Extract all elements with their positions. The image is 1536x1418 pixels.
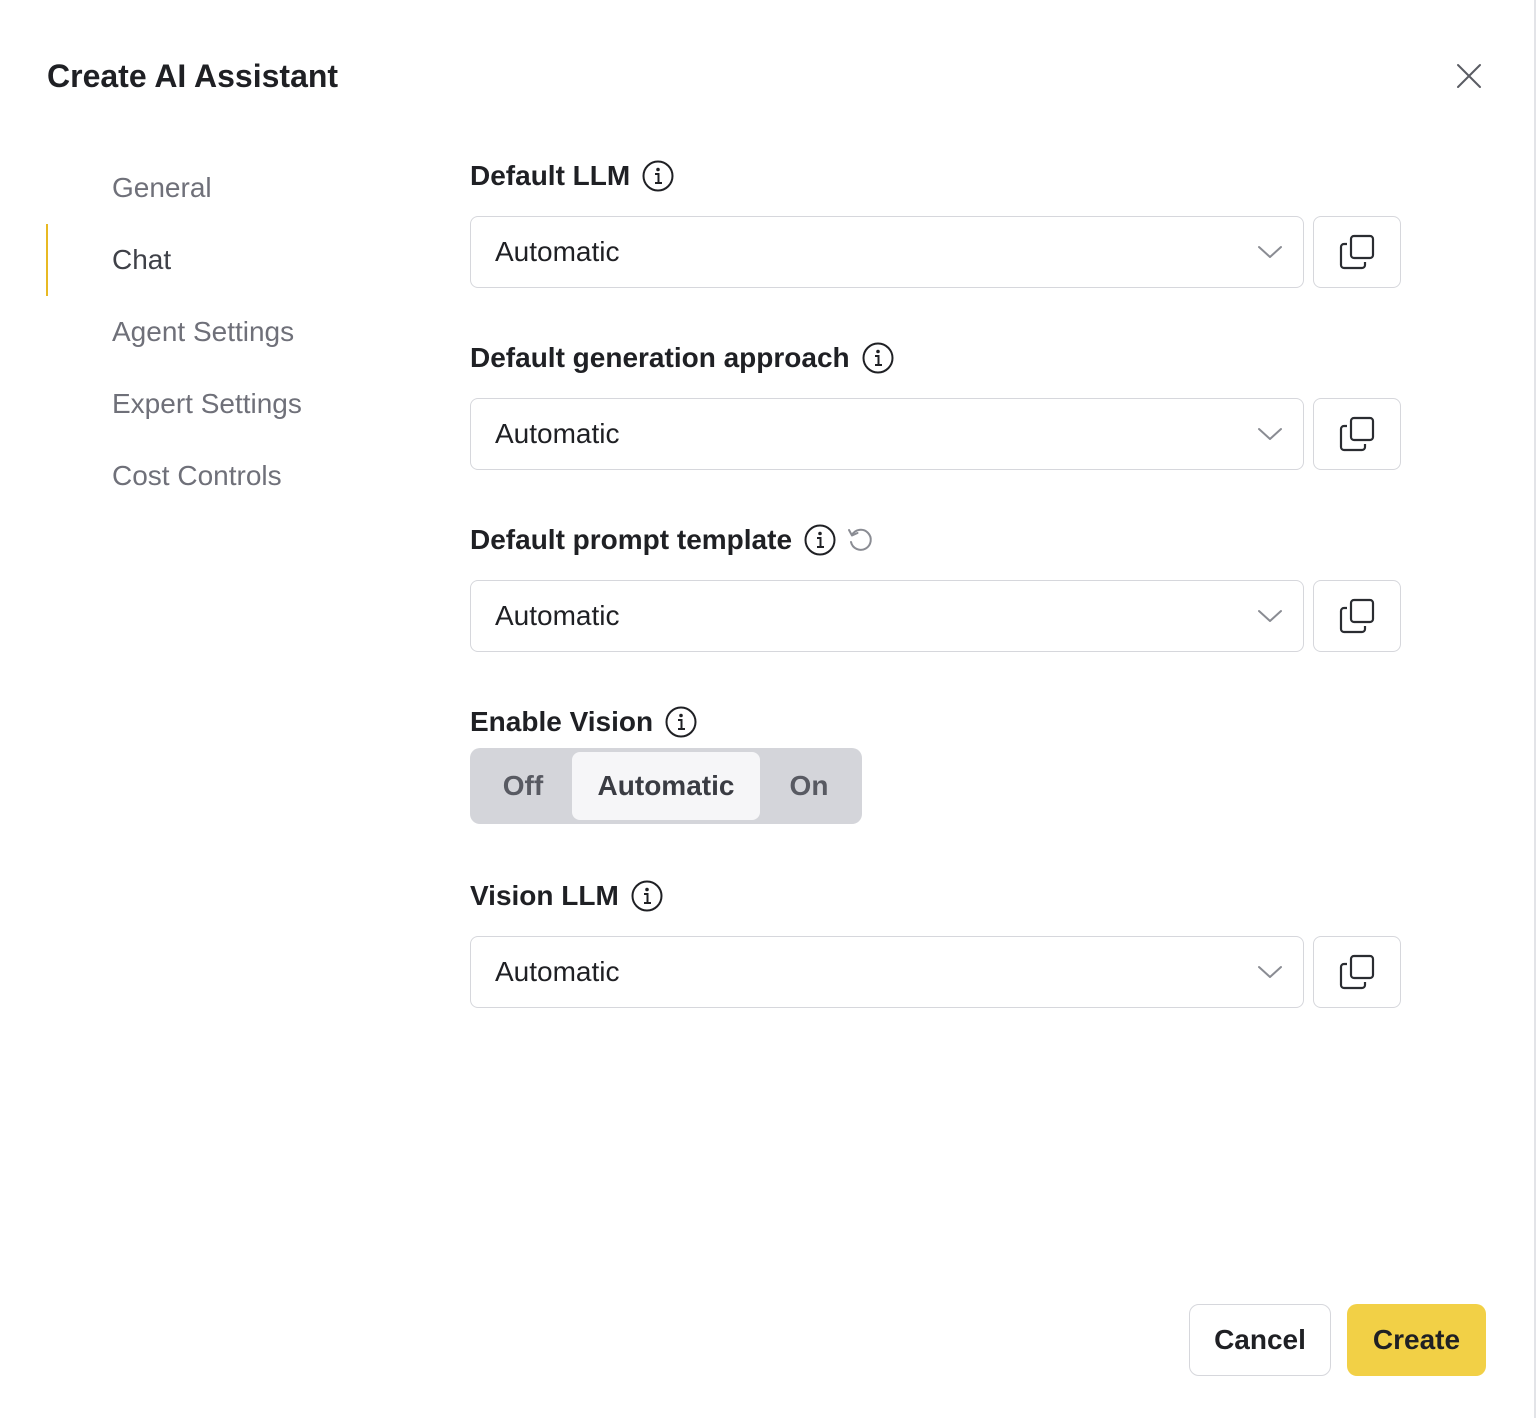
select-value: Automatic	[495, 600, 620, 631]
prompt-template-label: Default prompt template	[470, 514, 1410, 566]
chat-settings-form: Default LLM Automatic Default generation…	[470, 150, 1410, 1052]
default-llm-select[interactable]: Automatic	[470, 216, 1304, 288]
copy-default-llm-button[interactable]	[1313, 216, 1401, 288]
info-icon[interactable]	[862, 342, 894, 374]
chevron-down-icon	[1258, 610, 1282, 622]
reset-icon[interactable]	[846, 526, 874, 554]
generation-approach-group: Default generation approach Automatic	[470, 332, 1410, 470]
dialog-title: Create AI Assistant	[47, 58, 339, 94]
sidebar-item-label: Expert Settings	[112, 388, 302, 419]
vision-llm-label: Vision LLM	[470, 870, 1410, 922]
enable-vision-group: Enable Vision Off Automatic On	[470, 696, 1410, 824]
enable-vision-toggle: Off Automatic On	[470, 748, 862, 824]
sidebar-item-expert-settings[interactable]: Expert Settings	[46, 368, 406, 440]
prompt-template-select[interactable]: Automatic	[470, 580, 1304, 652]
select-value: Automatic	[495, 236, 620, 267]
generation-approach-label: Default generation approach	[470, 332, 1410, 384]
chevron-down-icon	[1258, 966, 1282, 978]
info-icon[interactable]	[804, 524, 836, 556]
sidebar-item-label: Cost Controls	[112, 460, 282, 491]
sidebar-item-general[interactable]: General	[46, 152, 406, 224]
vision-option-off[interactable]: Off	[474, 752, 572, 820]
enable-vision-label: Enable Vision	[470, 696, 1410, 748]
vision-option-automatic[interactable]: Automatic	[572, 752, 760, 820]
copy-vision-llm-button[interactable]	[1313, 936, 1401, 1008]
select-value: Automatic	[495, 418, 620, 449]
vision-llm-select[interactable]: Automatic	[470, 936, 1304, 1008]
copy-icon	[1339, 598, 1375, 634]
copy-prompt-template-button[interactable]	[1313, 580, 1401, 652]
sidebar-item-label: Chat	[112, 244, 172, 275]
copy-icon	[1339, 234, 1375, 270]
sidebar-item-label: General	[112, 172, 212, 203]
sidebar-item-agent-settings[interactable]: Agent Settings	[46, 296, 406, 368]
close-icon	[1457, 64, 1481, 88]
vision-option-on[interactable]: On	[760, 752, 858, 820]
field-label-text: Default prompt template	[470, 524, 793, 555]
field-label-text: Enable Vision	[470, 706, 654, 737]
cancel-button[interactable]: Cancel	[1189, 1304, 1331, 1376]
select-value: Automatic	[495, 956, 620, 987]
default-llm-label: Default LLM	[470, 150, 1410, 202]
field-label-text: Vision LLM	[470, 880, 619, 911]
field-label-text: Default LLM	[470, 160, 631, 191]
info-icon[interactable]	[665, 706, 697, 738]
copy-icon	[1339, 954, 1375, 990]
create-assistant-dialog: Create AI Assistant General Chat Agent S…	[0, 0, 1536, 1418]
info-icon[interactable]	[642, 160, 674, 192]
sidebar-item-label: Agent Settings	[112, 316, 295, 347]
settings-sidebar: General Chat Agent Settings Expert Setti…	[46, 152, 406, 512]
field-label-text: Default generation approach	[470, 342, 850, 373]
vision-llm-group: Vision LLM Automatic	[470, 870, 1410, 1008]
generation-approach-select[interactable]: Automatic	[470, 398, 1304, 470]
create-button[interactable]: Create	[1347, 1304, 1486, 1376]
chevron-down-icon	[1258, 428, 1282, 440]
info-icon[interactable]	[631, 880, 663, 912]
copy-icon	[1339, 416, 1375, 452]
prompt-template-group: Default prompt template Automatic	[470, 514, 1410, 652]
default-llm-group: Default LLM Automatic	[470, 150, 1410, 288]
chevron-down-icon	[1258, 246, 1282, 258]
copy-generation-approach-button[interactable]	[1313, 398, 1401, 470]
close-button[interactable]	[1449, 56, 1489, 96]
sidebar-item-chat[interactable]: Chat	[46, 224, 406, 296]
sidebar-item-cost-controls[interactable]: Cost Controls	[46, 440, 406, 512]
